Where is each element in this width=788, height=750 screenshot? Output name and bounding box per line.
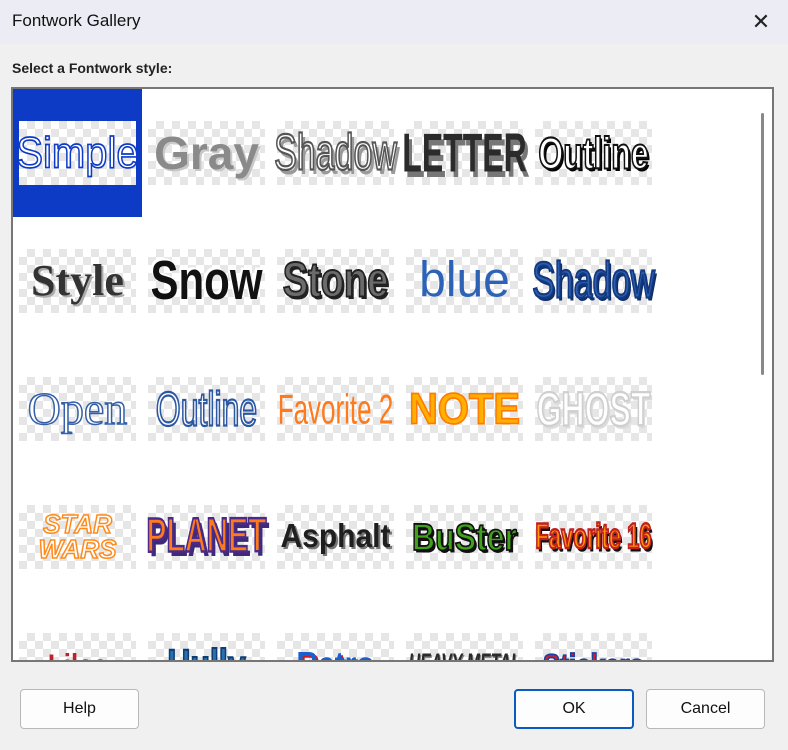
fontwork-style-label: Stone [282,253,389,309]
fontwork-style-item[interactable]: Gray [142,89,271,217]
fontwork-style-item[interactable]: Open [13,345,142,473]
fontwork-style-label: PLANET [146,509,268,563]
fontwork-gallery[interactable]: Simple Gray Shadow LETTER Outline Style Snow St… [11,87,774,662]
vertical-scrollbar[interactable] [754,89,772,660]
fontwork-style-label: Lilac [13,622,142,660]
fontwork-style-item[interactable]: BuSter [400,473,529,601]
ok-button[interactable]: OK [514,689,634,729]
fontwork-style-item[interactable]: Snow [142,217,271,345]
fontwork-style-item[interactable]: Favorite 16 [529,473,658,601]
scrollbar-thumb[interactable] [761,113,764,375]
fontwork-style-label: Outline [155,382,258,436]
fontwork-style-label: Stickers [529,622,658,660]
fontwork-style-item[interactable]: Favorite 2 [271,345,400,473]
fontwork-style-item[interactable]: Retro [271,601,400,660]
fontwork-style-label: Asphalt [280,518,391,555]
fontwork-style-label: Hully [142,615,271,660]
fontwork-style-label: Style [31,256,124,305]
fontwork-style-label: Outline [538,127,650,179]
fontwork-style-label: Simple [16,128,140,178]
fontwork-style-item[interactable]: Hully [142,601,271,660]
fontwork-style-label: Gray [154,127,259,179]
fontwork-style-label: Favorite 2 [277,385,394,433]
help-button[interactable]: Help [20,689,139,729]
fontwork-style-item[interactable]: GHOST [529,345,658,473]
fontwork-style-item[interactable]: Lilac [13,601,142,660]
fontwork-style-label: Open [27,383,128,434]
fontwork-style-label: Shadow [531,252,655,310]
fontwork-style-item[interactable]: blue [400,217,529,345]
fontwork-style-item[interactable]: Stone [271,217,400,345]
fontwork-style-item[interactable]: Outline [529,89,658,217]
fontwork-style-item[interactable]: Simple [13,89,142,217]
fontwork-style-label: NOTE [408,384,521,434]
fontwork-style-label: BuSter [411,515,517,559]
fontwork-style-item[interactable]: LETTER [400,89,529,217]
fontwork-style-label: blue [419,252,510,309]
window-title: Fontwork Gallery [12,11,141,30]
fontwork-style-item[interactable]: PLANET [142,473,271,601]
fontwork-style-label: HEAVY METAL [400,604,529,660]
fontwork-style-item[interactable]: Outline [142,345,271,473]
fontwork-style-item[interactable]: Shadow [529,217,658,345]
fontwork-style-label: LETTER [402,122,527,184]
fontwork-style-item[interactable]: NOTE [400,345,529,473]
fontwork-style-label: Snow [150,249,263,311]
fontwork-style-label: Retro [271,625,400,660]
fontwork-style-item[interactable]: Asphalt [271,473,400,601]
fontwork-style-item[interactable]: Shadow [271,89,400,217]
title-bar: Fontwork Gallery ✕ [0,0,788,44]
fontwork-style-item[interactable]: Style [13,217,142,345]
close-icon[interactable]: ✕ [736,2,786,42]
fontwork-style-label: GHOST [536,382,651,436]
fontwork-style-item[interactable]: HEAVY METAL [400,601,529,660]
fontwork-style-label: Shadow [273,124,397,182]
fontwork-style-item[interactable]: STAR WARS [13,473,142,601]
fontwork-style-label: Favorite 16 [535,516,653,557]
cancel-button[interactable]: Cancel [646,689,765,729]
fontwork-style-item[interactable]: Stickers [529,601,658,660]
fontwork-style-label: STAR WARS [38,509,118,564]
gallery-label: Select a Fontwork style: [12,60,173,76]
